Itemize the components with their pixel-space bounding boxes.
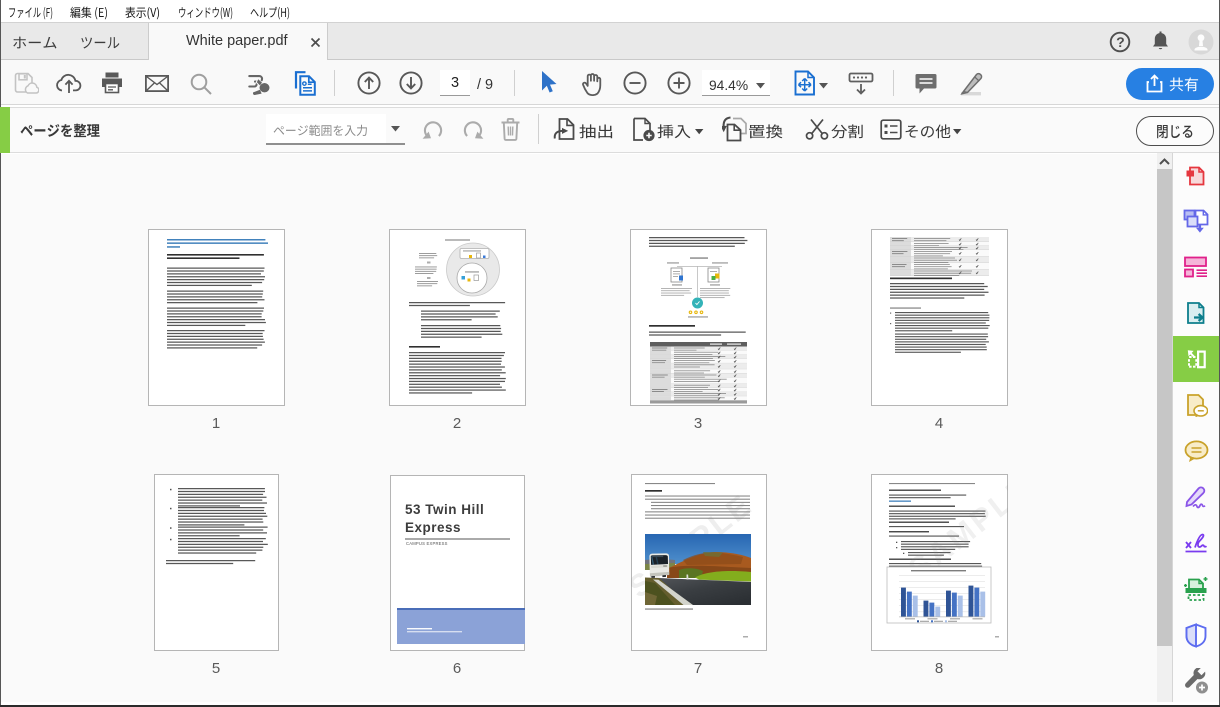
svg-text:53 Twin Hill: 53 Twin Hill bbox=[405, 502, 484, 517]
svg-text:Express: Express bbox=[405, 520, 461, 535]
svg-text:CAMPUS EXPRESS: CAMPUS EXPRESS bbox=[406, 541, 448, 546]
